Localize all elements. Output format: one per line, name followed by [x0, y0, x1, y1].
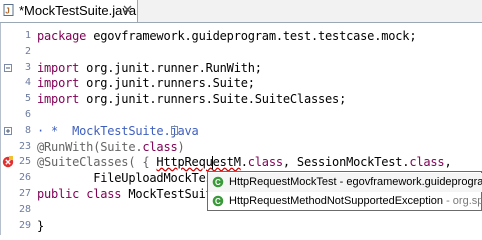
- line-number: 3: [24, 62, 31, 73]
- code-text: public class MockTestSuite {: [37, 187, 234, 201]
- svg-text:C: C: [215, 178, 221, 187]
- code-token: FileUploadMockTest.c: [37, 171, 234, 185]
- code-token: import: [37, 92, 80, 106]
- line-number: 25: [18, 156, 31, 167]
- line-number: 6: [24, 109, 31, 120]
- code-line: 5 import org.junit.runners.Suite.SuiteCla…: [1, 91, 482, 107]
- code-token: import: [37, 76, 80, 90]
- content-assist-package: - org.sp: [443, 195, 482, 207]
- code-token: class: [86, 187, 122, 201]
- code-line: 3 import org.junit.runner.RunWith;: [1, 60, 482, 76]
- code-token: import: [37, 61, 80, 75]
- code-token: .: [240, 155, 248, 169]
- content-assist-popup[interactable]: C HttpRequestMockTest - egovframework.gui…: [207, 171, 482, 211]
- code-text: @SuiteClasses( { HttpRequestM.class, Ses…: [37, 155, 452, 169]
- svg-text:J: J: [5, 7, 9, 16]
- code-text: FileUploadMockTest.c: [37, 171, 234, 185]
- code-text: }: [37, 219, 44, 233]
- line-number: 26: [18, 172, 31, 183]
- line-number: 23: [18, 141, 31, 152]
- code-token: }: [37, 219, 45, 233]
- code-line: 29}: [1, 218, 482, 234]
- code-token: public: [37, 187, 80, 201]
- text-cursor: [212, 156, 213, 169]
- content-assist-class-name: HttpRequestMockTest: [229, 176, 337, 188]
- code-text: import org.junit.runners.Suite;: [37, 76, 255, 90]
- content-assist-label: HttpRequestMethodNotSupportedException -…: [229, 195, 482, 207]
- tab-mocktestsuite[interactable]: J *MockTestSuite.java: [0, 0, 138, 22]
- error-quickfix-icon[interactable]: [2, 156, 14, 168]
- code-token: class: [142, 140, 178, 154]
- code-token: @SuiteClasses( {: [37, 155, 157, 169]
- line-number: 5: [24, 93, 31, 104]
- code-token: HttpRequestM: [156, 155, 241, 169]
- code-line: 8 · * MockTestSuite.java: [1, 123, 482, 139]
- code-token: org.junit.runner.RunWith;: [79, 61, 262, 75]
- code-line: 4 import org.junit.runners.Suite;: [1, 75, 482, 91]
- code-line: 1 package egovframework.guideprogram.test…: [1, 28, 482, 44]
- line-number: 28: [18, 204, 31, 215]
- class-icon: C: [212, 176, 224, 188]
- line-number: 8: [24, 125, 31, 136]
- content-assist-item[interactable]: C HttpRequestMockTest - egovframework.gui…: [208, 173, 482, 192]
- code-token: @RunWith(Suite.: [37, 140, 143, 154]
- code-token: ,: [444, 155, 452, 169]
- code-token: package: [37, 29, 87, 43]
- content-assist-class-name: HttpRequestMethodNotSupportedException: [229, 195, 444, 207]
- line-number: 2: [24, 46, 31, 57]
- fold-collapse-icon[interactable]: [4, 64, 12, 72]
- line-number: 29: [18, 220, 31, 231]
- line-number: 4: [24, 77, 31, 88]
- code-line: 23 @RunWith(Suite.class): [1, 139, 482, 155]
- code-line: 6: [1, 107, 482, 123]
- code-token: org.junit.runners.Suite.SuiteClasses;: [79, 92, 347, 106]
- code-line: 2: [1, 44, 482, 60]
- content-assist-package: - egovframework.guideprogra: [336, 176, 482, 188]
- code-token: egovframework.guideprogram.test.testcase…: [86, 29, 417, 43]
- code-token: ): [177, 140, 185, 154]
- content-assist-label: HttpRequestMockTest - egovframework.guid…: [229, 176, 482, 188]
- content-assist-item[interactable]: C HttpRequestMethodNotSupportedException …: [208, 192, 482, 211]
- code-token: org.junit.runners.Suite;: [79, 76, 255, 90]
- code-text: package egovframework.guideprogram.test.…: [37, 29, 417, 43]
- class-icon: C: [212, 195, 224, 207]
- code-token: class: [247, 155, 283, 169]
- code-line: 25 @SuiteClasses( { HttpRequestM.class, S…: [1, 154, 482, 170]
- line-number: 27: [18, 188, 31, 199]
- collapsed-comment-icon[interactable]: [171, 126, 178, 135]
- code-token: , SessionMockTest.: [282, 155, 410, 169]
- code-text: import org.junit.runner.RunWith;: [37, 61, 262, 75]
- svg-text:C: C: [215, 197, 221, 206]
- fold-expand-icon[interactable]: [4, 127, 12, 135]
- line-number: 1: [24, 30, 31, 41]
- code-token: class: [409, 155, 445, 169]
- close-icon[interactable]: [122, 4, 133, 15]
- tab-label: *MockTestSuite.java: [19, 3, 137, 18]
- code-text: @RunWith(Suite.class): [37, 140, 185, 154]
- editor-tab-bar: J *MockTestSuite.java: [0, 0, 482, 23]
- java-file-icon: J: [3, 4, 14, 16]
- code-text: import org.junit.runners.Suite.SuiteClas…: [37, 92, 346, 106]
